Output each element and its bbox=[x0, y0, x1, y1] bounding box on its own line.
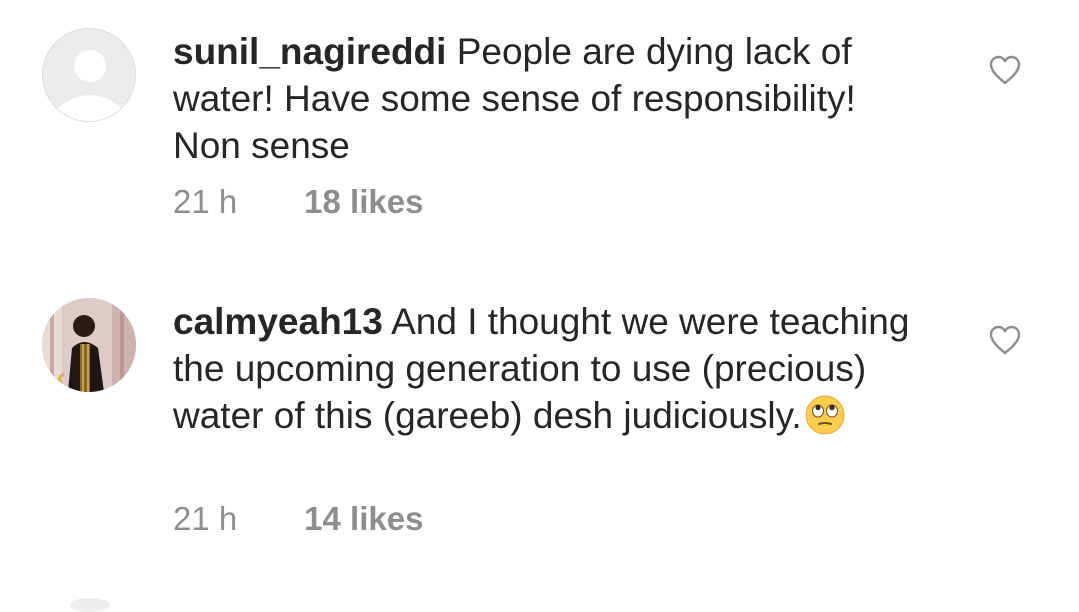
user-avatar[interactable] bbox=[42, 28, 136, 122]
default-avatar-icon bbox=[43, 29, 135, 121]
comment-likes-count[interactable]: 14 likes bbox=[304, 500, 423, 538]
user-avatar[interactable] bbox=[42, 298, 136, 392]
comment-likes-count[interactable]: 18 likes bbox=[304, 183, 423, 221]
comment-body: sunil_nagireddi People are dying lack of… bbox=[173, 28, 933, 169]
heart-icon[interactable] bbox=[988, 54, 1022, 86]
comment-meta: 21 h 14 likes bbox=[173, 500, 423, 538]
comment-body: calmyeah13 And I thought we were teachin… bbox=[173, 298, 933, 439]
comment-time: 21 h bbox=[173, 500, 238, 537]
rolling-eyes-emoji-icon bbox=[805, 395, 845, 435]
comment-username[interactable]: sunil_nagireddi bbox=[173, 31, 446, 72]
profile-photo-icon bbox=[42, 298, 136, 392]
next-comment-avatar bbox=[70, 598, 110, 612]
comment-meta: 21 h 18 likes bbox=[173, 183, 423, 221]
comment-username[interactable]: calmyeah13 bbox=[173, 301, 383, 342]
heart-icon[interactable] bbox=[988, 324, 1022, 356]
comment-time: 21 h bbox=[173, 183, 238, 220]
